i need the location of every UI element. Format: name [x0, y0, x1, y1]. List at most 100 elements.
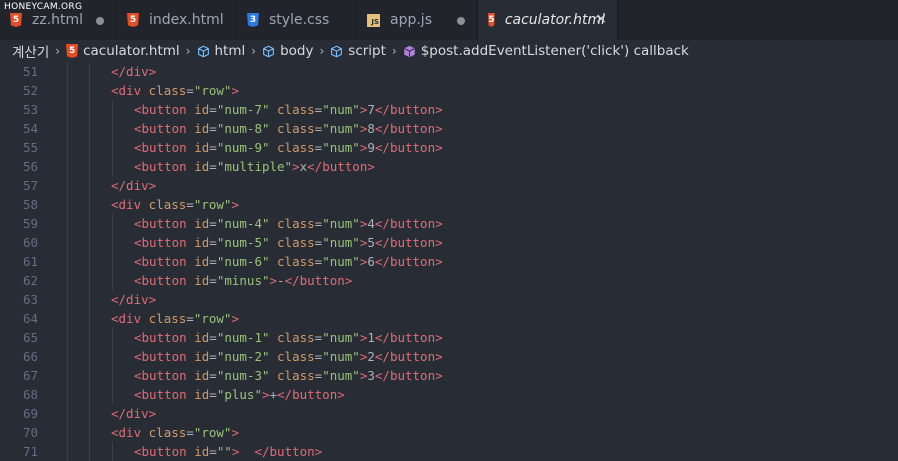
- code-line[interactable]: 63 </div>: [0, 290, 898, 309]
- code-line[interactable]: 62 <button id="minus">-</button>: [0, 271, 898, 290]
- code-text: <div class="row">: [111, 309, 239, 328]
- code-text: <button id="num-3" class="num">3</button…: [134, 366, 443, 385]
- code-token: id: [194, 444, 210, 459]
- code-line[interactable]: 61 <button id="num-6" class="num">6</butt…: [0, 252, 898, 271]
- code-text: <div class="row">: [111, 81, 239, 100]
- code-line[interactable]: 66 <button id="num-2" class="num">2</butt…: [0, 347, 898, 366]
- code-token: "num": [322, 216, 360, 231]
- code-token: >: [231, 311, 239, 326]
- breadcrumb-body[interactable]: body ›: [262, 43, 330, 59]
- code-token: id: [194, 159, 210, 174]
- indent-guide: [89, 309, 90, 328]
- tab-app-js[interactable]: JS app.js: [357, 0, 478, 40]
- code-line[interactable]: 65 <button id="num-1" class="num">1</butt…: [0, 328, 898, 347]
- tab-index-html[interactable]: 5 index.html: [117, 0, 237, 40]
- indent-guide: [112, 252, 113, 271]
- line-number: 61: [22, 254, 38, 269]
- code-token: =: [209, 273, 217, 288]
- code-text: <button id="plus">+</button>: [134, 385, 345, 404]
- code-line[interactable]: 56 <button id="multiple">x</button>: [0, 157, 898, 176]
- code-token: class: [277, 140, 315, 155]
- code-token: <button: [134, 235, 187, 250]
- indent-guide: [112, 366, 113, 385]
- line-number: 54: [22, 121, 38, 136]
- breadcrumb-html[interactable]: html ›: [197, 43, 263, 59]
- line-number: 64: [22, 311, 38, 326]
- breadcrumb: 계산기 › 5 caculator.html › html › body › s…: [0, 40, 898, 62]
- tab-caculator-html[interactable]: 5 caculator.html ×: [478, 0, 618, 40]
- code-text: <button id="minus">-</button>: [134, 271, 352, 290]
- code-text: </div>: [111, 176, 156, 195]
- code-token: class: [277, 330, 315, 345]
- line-number: 66: [22, 349, 38, 364]
- breadcrumb-script[interactable]: script ›: [330, 43, 402, 59]
- modified-dot-icon[interactable]: [457, 17, 465, 25]
- code-token: <button: [134, 387, 187, 402]
- code-token: </div>: [111, 292, 157, 307]
- line-number: 53: [22, 102, 38, 117]
- indent-guide: [67, 81, 68, 100]
- indent-guide: [67, 119, 68, 138]
- code-line[interactable]: 51 </div>: [0, 62, 898, 81]
- indent-guide: [67, 100, 68, 119]
- code-token: </button>: [374, 140, 443, 155]
- code-line[interactable]: 55 <button id="num-9" class="num">9</butt…: [0, 138, 898, 157]
- code-token: class: [277, 254, 315, 269]
- line-number: 51: [22, 64, 38, 79]
- indent-guide: [89, 62, 90, 81]
- code-line[interactable]: 60 <button id="num-5" class="num">5</butt…: [0, 233, 898, 252]
- code-token: 9: [367, 140, 375, 155]
- code-line[interactable]: 54 <button id="num-8" class="num">8</butt…: [0, 119, 898, 138]
- code-token: <div: [111, 83, 142, 98]
- indent-guide: [89, 157, 90, 176]
- line-number: 67: [22, 368, 38, 383]
- indent-guide: [67, 138, 68, 157]
- breadcrumb-root[interactable]: 계산기 ›: [12, 41, 66, 61]
- indent-guide: [89, 214, 90, 233]
- code-text: <button id="num-1" class="num">1</button…: [134, 328, 443, 347]
- code-line[interactable]: 69 </div>: [0, 404, 898, 423]
- tab-label: style.css: [269, 12, 330, 28]
- code-token: =: [186, 83, 194, 98]
- tab-label: caculator.html: [504, 12, 605, 28]
- indent-guide: [112, 442, 113, 461]
- breadcrumb-callback[interactable]: $post.addEventListener('click') callback: [403, 43, 689, 59]
- code-line[interactable]: 70 <div class="row">: [0, 423, 898, 442]
- code-token: <button: [134, 349, 187, 364]
- code-token: <div: [111, 425, 142, 440]
- code-line[interactable]: 58 <div class="row">: [0, 195, 898, 214]
- code-text: </div>: [111, 404, 156, 423]
- code-token: "row": [193, 83, 232, 98]
- code-token: >: [231, 425, 239, 440]
- code-token: "row": [193, 425, 232, 440]
- code-token: <button: [134, 121, 187, 136]
- code-line[interactable]: 59 <button id="num-4" class="num">4</butt…: [0, 214, 898, 233]
- code-line[interactable]: 67 <button id="num-3" class="num">3</butt…: [0, 366, 898, 385]
- code-line[interactable]: 52 <div class="row">: [0, 81, 898, 100]
- tab-style-css[interactable]: 3 style.css: [237, 0, 357, 40]
- indent-guide: [67, 385, 68, 404]
- code-line[interactable]: 68 <button id="plus">+</button>: [0, 385, 898, 404]
- code-token: <button: [134, 254, 187, 269]
- code-line[interactable]: 57 </div>: [0, 176, 898, 195]
- close-icon[interactable]: ×: [595, 11, 607, 27]
- code-text: <button id="num-7" class="num">7</button…: [134, 100, 443, 119]
- element-cube-icon: [197, 45, 209, 57]
- code-text: <button id="num-6" class="num">6</button…: [134, 252, 443, 271]
- code-line[interactable]: 71 <button id=""> </button>: [0, 442, 898, 461]
- code-line[interactable]: 64 <div class="row">: [0, 309, 898, 328]
- html-file-icon: 5: [10, 13, 22, 27]
- code-text: <button id="num-8" class="num">8</button…: [134, 119, 443, 138]
- breadcrumb-file[interactable]: 5 caculator.html ›: [66, 43, 196, 59]
- code-editor[interactable]: 51 </div> 52 <div class="row"> 53 <button id=…: [0, 62, 898, 461]
- code-token: "num": [322, 349, 360, 364]
- indent-guide: [89, 423, 90, 442]
- code-line[interactable]: 53 <button id="num-7" class="num">7</butt…: [0, 100, 898, 119]
- modified-dot-icon[interactable]: [96, 17, 104, 25]
- code-token: =: [186, 425, 194, 440]
- line-number: 68: [22, 387, 38, 402]
- indent-guide: [112, 385, 113, 404]
- code-token: "": [216, 444, 232, 459]
